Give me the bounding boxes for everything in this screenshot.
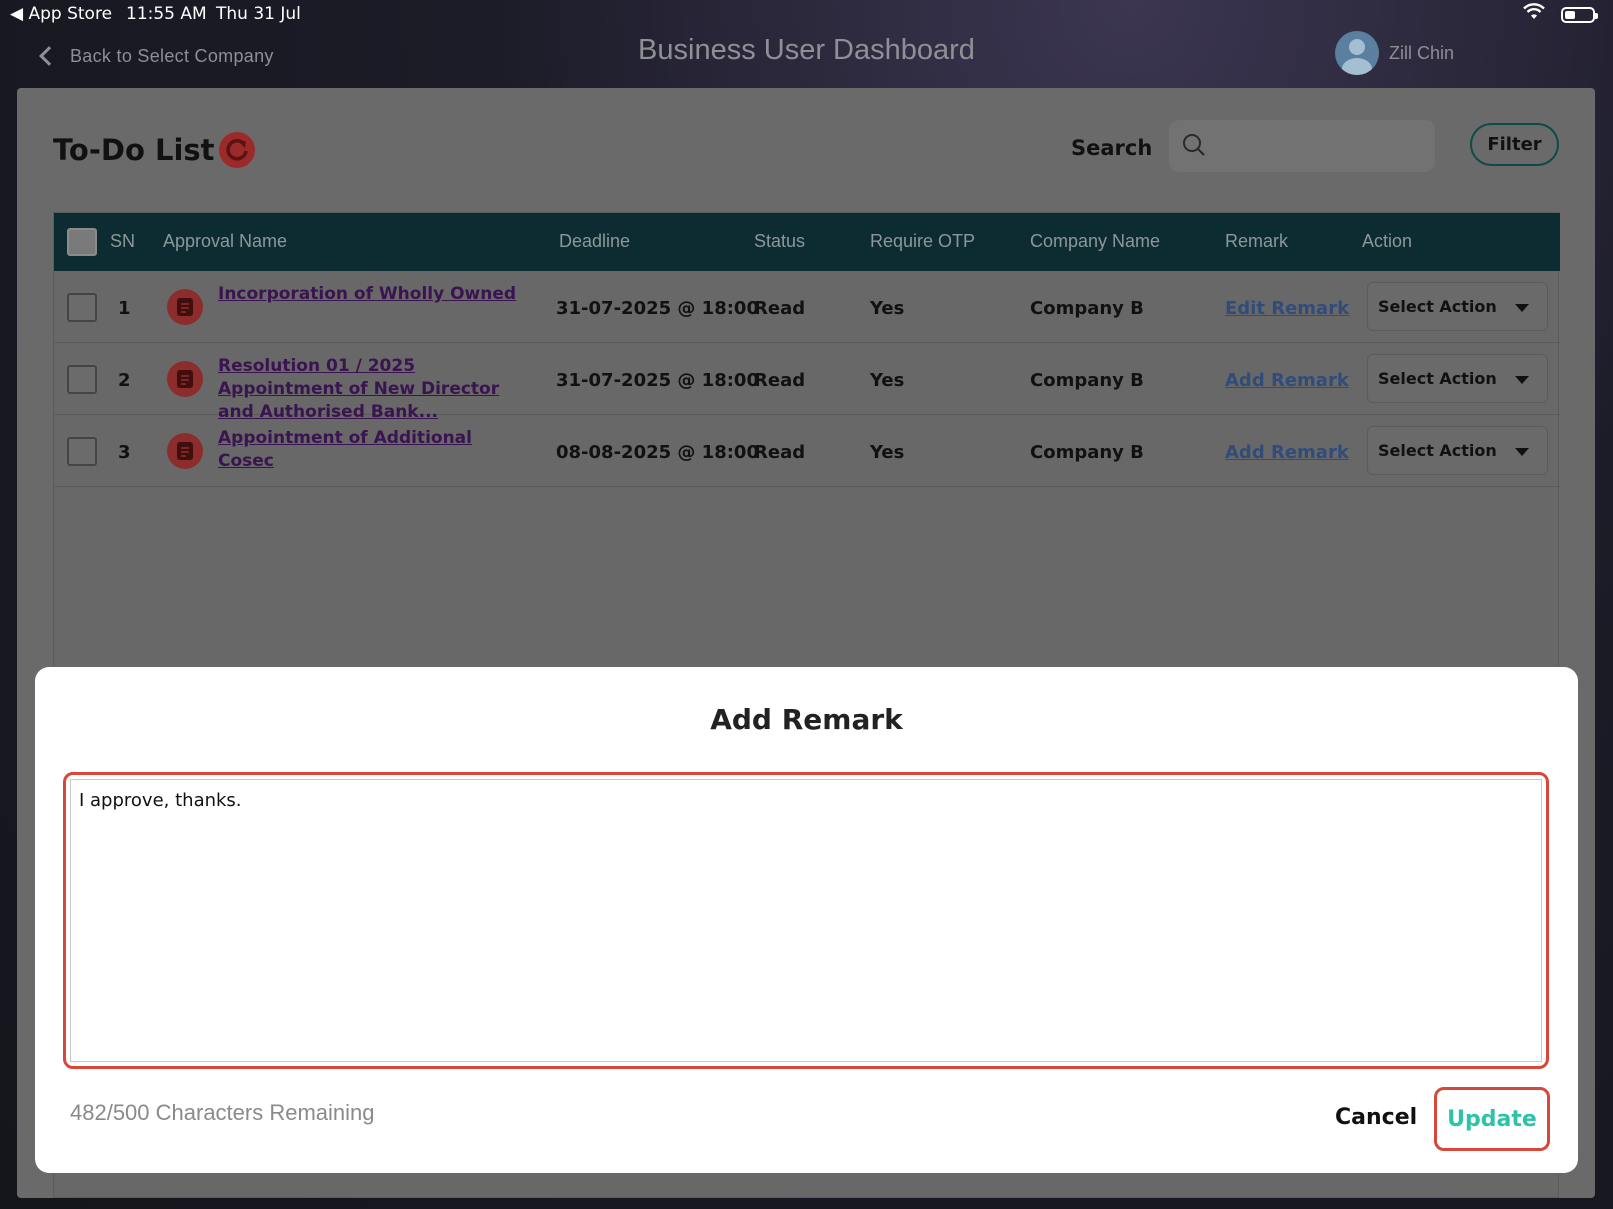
select-action-dropdown[interactable]: Select Action bbox=[1367, 354, 1548, 403]
column-header-approval-name: Approval Name bbox=[163, 231, 288, 251]
row-deadline: 08-08-2025 @ 18:00 bbox=[556, 442, 759, 463]
table-header: SN Approval Name Deadline Status Require… bbox=[54, 213, 1560, 271]
status-time: 11:55 AM bbox=[126, 4, 207, 24]
table-row: 3 Appointment of Additional Cosec 08-08-… bbox=[54, 415, 1560, 487]
refresh-icon bbox=[226, 139, 248, 161]
refresh-button[interactable] bbox=[219, 132, 255, 168]
select-action-label: Select Action bbox=[1378, 441, 1497, 460]
characters-remaining: 482/500 Characters Remaining bbox=[70, 1100, 375, 1125]
row-sn: 2 bbox=[118, 370, 131, 391]
add-remark-link[interactable]: Add Remark bbox=[1225, 442, 1349, 463]
approval-name-link[interactable]: Appointment of Additional Cosec bbox=[218, 427, 528, 473]
row-require-otp: Yes bbox=[870, 370, 905, 391]
column-header-remark: Remark bbox=[1225, 231, 1289, 251]
search-label: Search bbox=[1071, 136, 1153, 160]
approval-name-link[interactable]: Incorporation of Wholly Owned bbox=[218, 283, 528, 306]
dropdown-caret-icon bbox=[1515, 448, 1529, 456]
wifi-icon bbox=[1523, 3, 1545, 19]
select-action-dropdown[interactable]: Select Action bbox=[1367, 282, 1548, 331]
row-deadline: 31-07-2025 @ 18:00 bbox=[556, 370, 759, 391]
column-header-action: Action bbox=[1362, 231, 1413, 251]
add-remark-modal: Add Remark 482/500 Characters Remaining … bbox=[35, 667, 1578, 1173]
remark-field-highlight bbox=[63, 772, 1549, 1069]
row-sn: 1 bbox=[118, 298, 131, 319]
column-header-company-name: Company Name bbox=[1030, 231, 1161, 251]
column-header-sn: SN bbox=[110, 231, 136, 251]
row-status: Read bbox=[754, 442, 806, 463]
row-checkbox[interactable] bbox=[67, 437, 97, 466]
filter-button[interactable]: Filter bbox=[1470, 123, 1559, 166]
modal-title: Add Remark bbox=[710, 703, 903, 736]
document-icon bbox=[167, 289, 203, 325]
select-action-label: Select Action bbox=[1378, 297, 1497, 316]
search-box[interactable] bbox=[1169, 120, 1435, 172]
dropdown-caret-icon bbox=[1515, 376, 1529, 384]
battery-icon bbox=[1561, 7, 1598, 23]
remark-textarea[interactable] bbox=[70, 779, 1542, 1062]
update-button[interactable]: Update bbox=[1437, 1090, 1547, 1148]
column-header-require-otp: Require OTP bbox=[870, 231, 976, 251]
document-icon bbox=[167, 361, 203, 397]
table-row: 1 Incorporation of Wholly Owned 31-07-20… bbox=[54, 271, 1560, 343]
search-icon bbox=[1183, 134, 1205, 156]
row-checkbox[interactable] bbox=[67, 365, 97, 394]
select-all-checkbox[interactable] bbox=[67, 228, 97, 256]
column-header-status: Status bbox=[754, 231, 806, 251]
edit-remark-link[interactable]: Edit Remark bbox=[1225, 298, 1349, 319]
row-sn: 3 bbox=[118, 442, 131, 463]
table-row: 2 Resolution 01 / 2025 Appointment of Ne… bbox=[54, 343, 1560, 422]
select-action-dropdown[interactable]: Select Action bbox=[1367, 426, 1548, 475]
row-status: Read bbox=[754, 298, 806, 319]
add-remark-link[interactable]: Add Remark bbox=[1225, 370, 1349, 391]
approval-name-link[interactable]: Resolution 01 / 2025 Appointment of New … bbox=[218, 355, 528, 424]
todo-title: To-Do List bbox=[53, 133, 215, 167]
search-input[interactable] bbox=[1215, 128, 1425, 164]
cancel-button[interactable]: Cancel bbox=[1335, 1105, 1417, 1130]
row-company-name: Company B bbox=[1030, 442, 1144, 463]
avatar-icon bbox=[1335, 31, 1379, 75]
dropdown-caret-icon bbox=[1515, 304, 1529, 312]
row-company-name: Company B bbox=[1030, 298, 1144, 319]
row-status: Read bbox=[754, 370, 806, 391]
user-profile[interactable]: Zill Chin bbox=[1335, 30, 1454, 76]
select-action-label: Select Action bbox=[1378, 369, 1497, 388]
row-require-otp: Yes bbox=[870, 298, 905, 319]
row-company-name: Company B bbox=[1030, 370, 1144, 391]
status-back-app[interactable]: ◀ App Store bbox=[10, 4, 112, 24]
document-icon bbox=[167, 433, 203, 469]
row-checkbox[interactable] bbox=[67, 293, 97, 322]
row-require-otp: Yes bbox=[870, 442, 905, 463]
column-header-deadline: Deadline bbox=[559, 231, 631, 251]
status-bar: ◀ App Store 11:55 AM Thu 31 Jul bbox=[0, 0, 1613, 30]
user-name: Zill Chin bbox=[1389, 42, 1455, 63]
update-button-highlight: Update bbox=[1434, 1087, 1550, 1151]
status-date: Thu 31 Jul bbox=[216, 4, 301, 24]
app-header: Back to Select Company Business User Das… bbox=[0, 30, 1613, 88]
row-deadline: 31-07-2025 @ 18:00 bbox=[556, 298, 759, 319]
